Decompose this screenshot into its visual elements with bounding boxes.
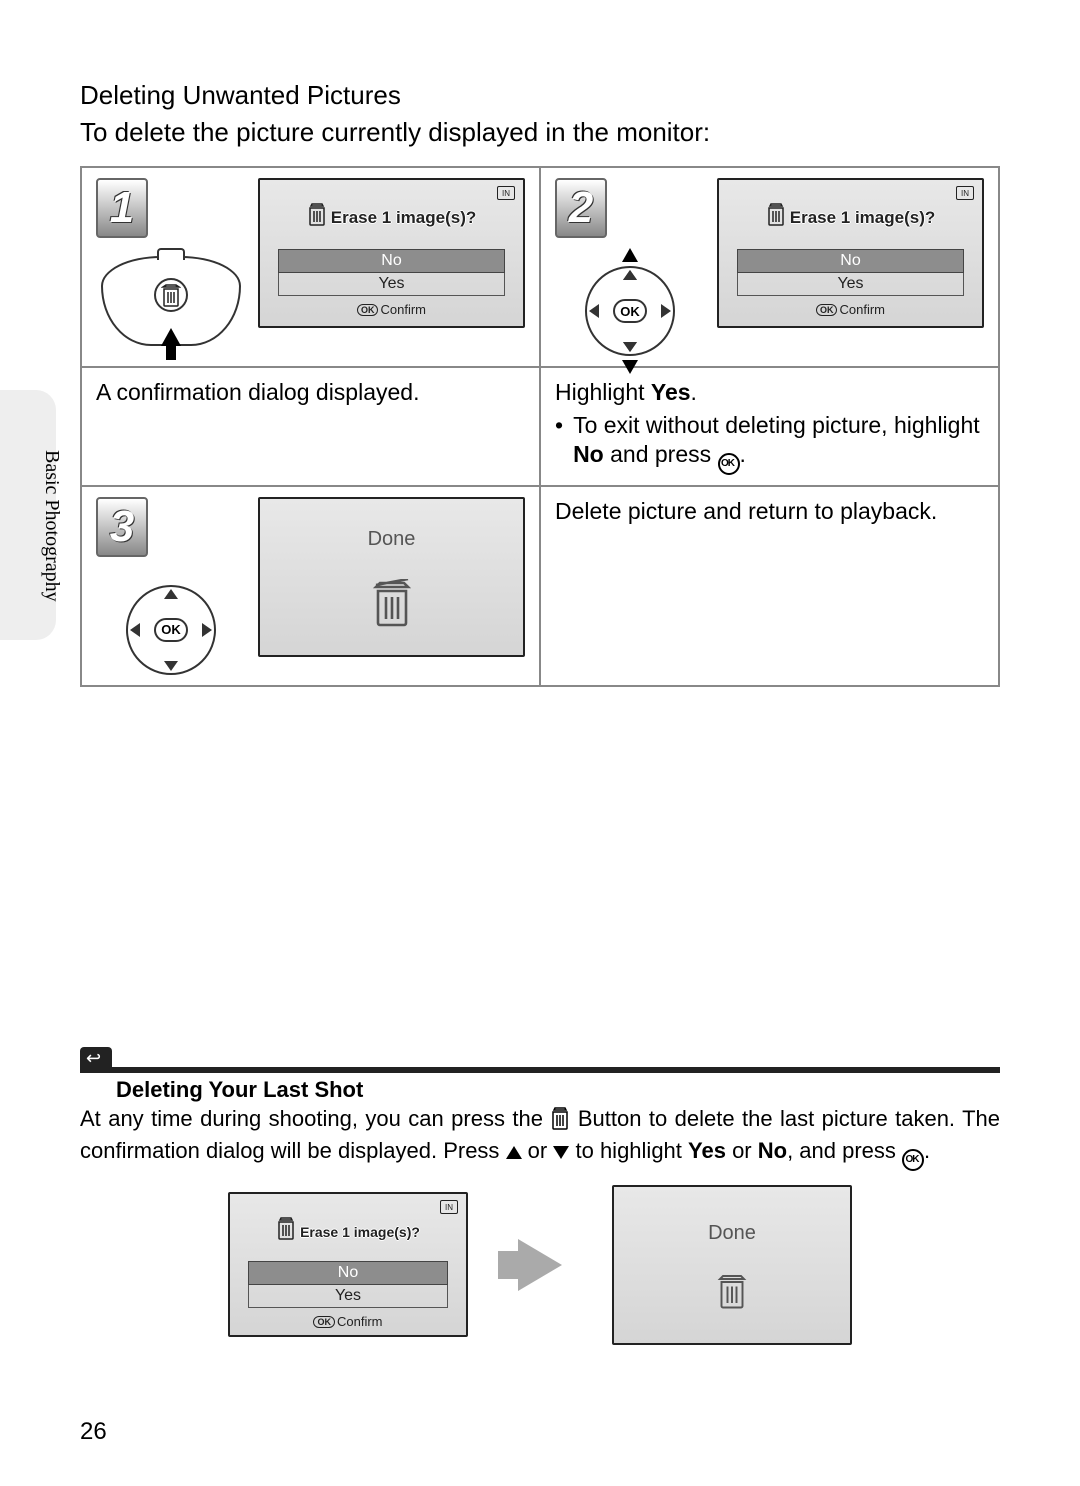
dpad-icon: OK — [585, 266, 675, 356]
option-yes[interactable]: Yes — [248, 1285, 448, 1308]
steps-table: 1 IN Erase 1 image(s)? No Yes — [80, 166, 1000, 687]
step-badge-2: 2 — [555, 178, 607, 238]
ok-button-icon: OK — [613, 299, 647, 323]
option-no[interactable]: No — [248, 1261, 448, 1285]
press-up-arrow-icon — [161, 328, 181, 346]
done-label: Done — [368, 528, 416, 551]
side-tab-label: Basic Photography — [40, 450, 63, 602]
step-1-illustration: 1 IN Erase 1 image(s)? No Yes — [81, 167, 540, 367]
dpad-icon: OK — [126, 585, 216, 675]
ok-button-icon: OK — [154, 618, 188, 642]
down-triangle-icon — [553, 1146, 569, 1159]
trash-icon — [717, 1273, 747, 1309]
lcd-note-done: Done — [612, 1185, 852, 1345]
lcd-prompt: Erase 1 image(s)? — [270, 202, 513, 231]
arrow-right-icon — [518, 1239, 562, 1291]
step-2-illustration: 2 OK IN Erase 1 image(s)? No Yes — [540, 167, 999, 367]
lcd-step-2: IN Erase 1 image(s)? No Yes OKConfirm — [717, 178, 984, 328]
step-1-desc: A confirmation dialog displayed. — [81, 367, 540, 486]
ok-inline-icon: O — [902, 1149, 924, 1171]
trash-icon — [766, 202, 786, 231]
option-no[interactable]: No — [278, 249, 505, 273]
note-separator — [80, 1067, 1000, 1073]
option-yes[interactable]: Yes — [737, 273, 964, 296]
trash-icon — [276, 1216, 296, 1243]
lcd-step-1: IN Erase 1 image(s)? No Yes OKConfirm — [258, 178, 525, 328]
intro-text: To delete the picture currently displaye… — [80, 117, 1000, 148]
lcd-step-3-done: Done — [258, 497, 525, 657]
done-label: Done — [708, 1222, 756, 1245]
step-2-desc: Highlight Yes. To exit without deleting … — [540, 367, 999, 486]
step-badge-1: 1 — [96, 178, 148, 238]
in-badge-icon: IN — [497, 186, 515, 200]
note-body: At any time during shooting, you can pre… — [80, 1105, 1000, 1171]
in-badge-icon: IN — [956, 186, 974, 200]
trash-icon — [550, 1106, 570, 1138]
up-triangle-icon — [506, 1146, 522, 1159]
trash-button-icon — [154, 278, 188, 312]
section-heading: Deleting Unwanted Pictures — [80, 80, 1000, 111]
confirm-hint: OKConfirm — [729, 302, 972, 317]
option-no[interactable]: No — [737, 249, 964, 273]
note-heading: Deleting Your Last Shot — [116, 1077, 1000, 1103]
lcd-note-prompt: IN Erase 1 image(s)? No Yes OKConfirm — [228, 1192, 468, 1337]
ok-inline-icon: O — [718, 453, 740, 475]
in-badge-icon: IN — [440, 1200, 458, 1214]
lcd-prompt: Erase 1 image(s)? — [729, 202, 972, 231]
step-3-illustration: 3 OK Done — [81, 486, 540, 686]
confirm-hint: OKConfirm — [270, 302, 513, 317]
trash-icon — [372, 579, 412, 627]
page-number: 26 — [80, 1418, 107, 1446]
step-3-desc: Delete picture and return to playback. — [540, 486, 999, 686]
note-illustration-row: IN Erase 1 image(s)? No Yes OKConfirm Do… — [80, 1185, 1000, 1345]
camera-top-view — [101, 256, 241, 346]
trash-icon — [307, 202, 327, 231]
step-badge-3: 3 — [96, 497, 148, 557]
option-yes[interactable]: Yes — [278, 273, 505, 296]
